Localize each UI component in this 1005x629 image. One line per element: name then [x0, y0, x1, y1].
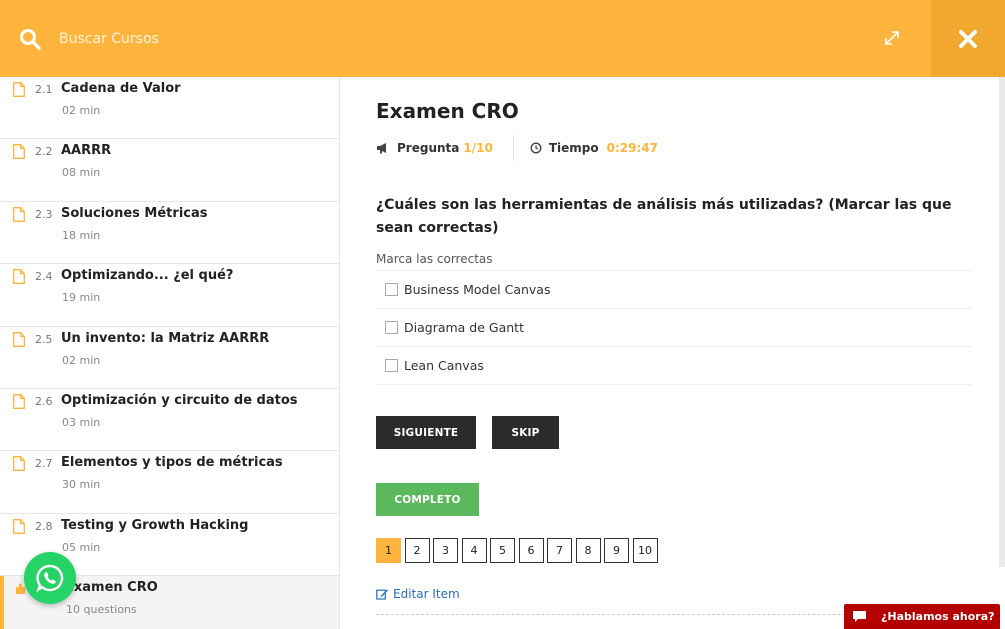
- lesson-number: 2.7: [35, 457, 53, 471]
- lesson-duration: 10 questions: [66, 603, 137, 617]
- lesson-duration: 30 min: [62, 478, 101, 492]
- lesson-duration: 03 min: [62, 415, 101, 429]
- chat-bubble-icon: [853, 611, 866, 622]
- lesson-number: 2.5: [35, 332, 53, 346]
- sidebar-item-lesson[interactable]: 2.4 Optimizando... ¿el qué? 19 min: [0, 264, 339, 327]
- exam-meta: Pregunta 1/10 Tiempo 0:29:47: [376, 135, 658, 161]
- lesson-title: Optimizando... ¿el qué?: [61, 268, 234, 284]
- page-button[interactable]: 4: [461, 538, 487, 563]
- chat-button[interactable]: ¿Hablamos ahora?: [844, 604, 1000, 629]
- time-label: Tiempo: [548, 141, 599, 155]
- lesson-title: Testing y Growth Hacking: [61, 517, 249, 533]
- search-icon[interactable]: [19, 28, 41, 50]
- lesson-number: 2.1: [35, 83, 53, 96]
- sidebar-item-lesson[interactable]: 2.5 Un invento: la Matriz AARRR 02 min: [0, 327, 339, 389]
- skip-button[interactable]: SKIP: [492, 416, 559, 449]
- checkbox[interactable]: [385, 359, 398, 372]
- checkbox[interactable]: [385, 321, 398, 334]
- answer-options: Business Model Canvas Diagrama de Gantt …: [376, 270, 971, 385]
- scrollbar[interactable]: [999, 77, 1005, 567]
- answer-hint: Marca las correctas: [376, 252, 493, 266]
- checkbox[interactable]: [385, 283, 398, 296]
- lesson-duration: 02 min: [62, 353, 101, 367]
- page-button-current[interactable]: 1: [376, 538, 401, 563]
- option-label: Diagrama de Gantt: [404, 320, 524, 335]
- top-bar: [0, 0, 1005, 77]
- lesson-number: 2.8: [35, 519, 53, 533]
- option-label: Lean Canvas: [404, 358, 484, 373]
- document-icon: [13, 82, 25, 97]
- answer-option[interactable]: Business Model Canvas: [376, 271, 971, 309]
- page-button[interactable]: 8: [575, 538, 601, 563]
- sidebar-item-lesson[interactable]: 2.7 Elementos y tipos de métricas 30 min: [0, 451, 339, 514]
- lesson-title: Soluciones Métricas: [61, 205, 208, 221]
- lesson-title: Optimización y circuito de datos: [61, 392, 298, 408]
- sidebar-item-lesson[interactable]: 2.3 Soluciones Métricas 18 min: [0, 202, 339, 265]
- whatsapp-icon: [36, 564, 64, 593]
- lesson-title: Elementos y tipos de métricas: [61, 455, 283, 471]
- page-button[interactable]: 7: [547, 538, 572, 563]
- clock-icon: [530, 142, 542, 154]
- document-icon: [13, 144, 25, 160]
- lesson-title: Examen CRO: [65, 580, 158, 596]
- page-button[interactable]: 6: [518, 538, 544, 563]
- sidebar-item-lesson[interactable]: 2.6 Optimización y circuito de datos 03 …: [0, 389, 339, 452]
- page-title: Examen CRO: [376, 99, 519, 123]
- close-button[interactable]: [931, 0, 1005, 77]
- lesson-duration: 19 min: [62, 291, 101, 305]
- lesson-duration: 18 min: [62, 228, 101, 242]
- exam-panel: Examen CRO Pregunta 1/10 Tiempo 0:29:47 …: [341, 77, 999, 629]
- page-button[interactable]: 9: [604, 538, 629, 563]
- document-icon: [13, 206, 25, 222]
- close-icon: [959, 29, 977, 48]
- expand-icon[interactable]: [882, 28, 902, 48]
- question-counter: 1/10: [463, 141, 493, 155]
- lesson-number: 2.2: [35, 145, 53, 159]
- chat-label: ¿Hablamos ahora?: [881, 610, 995, 623]
- answer-option[interactable]: Lean Canvas: [376, 347, 971, 385]
- edit-item-label: Editar Item: [393, 587, 460, 601]
- meta-divider: [512, 135, 514, 161]
- lesson-title: AARRR: [61, 143, 112, 159]
- search-input[interactable]: [52, 24, 552, 54]
- lesson-number: 2.4: [35, 270, 53, 284]
- time-value: 0:29:47: [606, 141, 658, 155]
- question-pagination: 1 2 3 4 5 6 7 8 9 10: [376, 538, 661, 563]
- sidebar-item-lesson[interactable]: 2.2 AARRR 08 min: [0, 139, 339, 202]
- next-button[interactable]: SIGUIENTE: [376, 416, 476, 449]
- page-button[interactable]: 3: [433, 538, 458, 563]
- lesson-number: 2.6: [35, 394, 53, 408]
- edit-icon: [376, 589, 388, 600]
- megaphone-icon: [377, 143, 386, 154]
- question-text: ¿Cuáles son las herramientas de análisis…: [376, 197, 952, 236]
- question-label: Pregunta: [397, 141, 460, 155]
- lesson-duration: 02 min: [62, 104, 101, 117]
- complete-button[interactable]: COMPLETO: [376, 483, 479, 516]
- answer-option[interactable]: Diagrama de Gantt: [376, 309, 971, 347]
- document-icon: [13, 394, 25, 409]
- edit-item-link[interactable]: Editar Item: [376, 587, 460, 601]
- document-icon: [13, 331, 25, 347]
- page-button[interactable]: 2: [404, 538, 430, 563]
- lesson-title: Cadena de Valor: [61, 81, 181, 96]
- sidebar-item-lesson[interactable]: 2.1 Cadena de Valor 02 min: [0, 77, 339, 140]
- whatsapp-button[interactable]: [24, 552, 76, 604]
- option-label: Business Model Canvas: [404, 282, 551, 297]
- document-icon: [13, 518, 25, 534]
- document-icon: [13, 269, 25, 285]
- curriculum-sidebar: 2.1 Cadena de Valor 02 min 2.2 AARRR 08 …: [0, 77, 340, 629]
- page-button[interactable]: 5: [490, 538, 515, 563]
- document-icon: [13, 456, 25, 472]
- page-button[interactable]: 10: [632, 538, 658, 563]
- lesson-number: 2.3: [35, 207, 53, 221]
- lesson-title: Un invento: la Matriz AARRR: [61, 330, 270, 346]
- lesson-duration: 08 min: [62, 166, 101, 180]
- lesson-duration: 05 min: [62, 540, 101, 554]
